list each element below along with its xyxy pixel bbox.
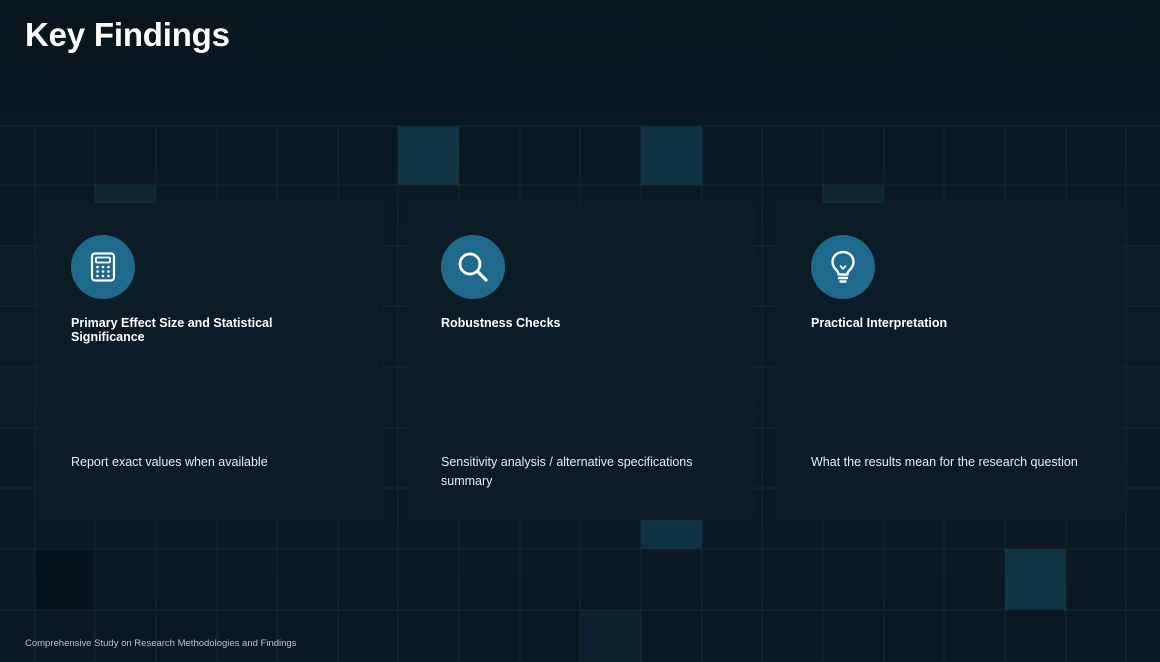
calculator-icon [71, 235, 135, 299]
finding-card-interpretation: Practical Interpretation What the result… [778, 203, 1123, 520]
card-title: Primary Effect Size and Statistical Sign… [71, 316, 273, 344]
card-title: Robustness Checks [441, 316, 561, 330]
finding-card-primary-effect: Primary Effect Size and Statistical Sign… [38, 203, 383, 520]
lightbulb-icon [811, 235, 875, 299]
card-body: Report exact values when available [71, 455, 268, 469]
magnifying-glass-icon [441, 235, 505, 299]
card-body: What the results mean for the research q… [811, 455, 1078, 469]
card-title: Practical Interpretation [811, 316, 948, 330]
slide-title: Key Findings [25, 16, 230, 53]
card-body: Sensitivity analysis / alternative speci… [441, 455, 693, 488]
slide: Key Findings Primary Effect Size and Sta… [0, 0, 1160, 662]
slide-footer: Comprehensive Study on Research Methodol… [25, 638, 297, 649]
finding-card-robustness: Robustness Checks Sensitivity analysis /… [408, 203, 753, 520]
